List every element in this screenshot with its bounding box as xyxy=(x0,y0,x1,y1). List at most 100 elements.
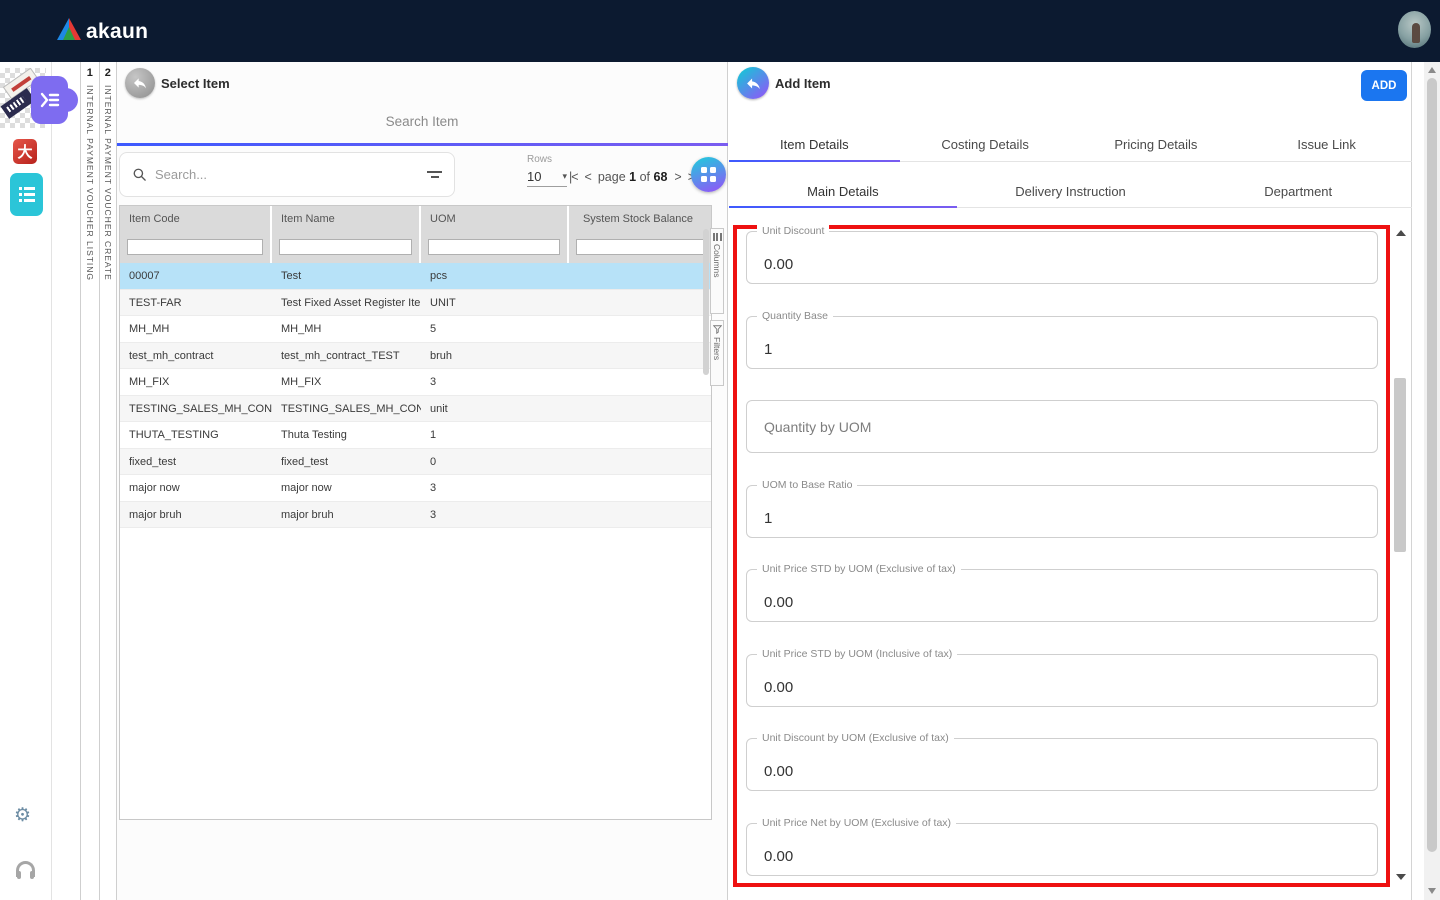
filter-input-uom[interactable] xyxy=(428,239,560,255)
column-header-item-name[interactable]: Item Name xyxy=(272,206,419,233)
filter-sort-icon[interactable] xyxy=(427,171,442,178)
cell-uom: pcs xyxy=(430,270,448,282)
filter-input-item-code[interactable] xyxy=(127,239,263,255)
cell-stock-balance xyxy=(569,263,711,289)
subtab[interactable]: Department xyxy=(1184,168,1412,207)
page-indicator: page 1 of 68 xyxy=(597,170,668,184)
field-label: Quantity Base xyxy=(757,309,833,322)
search-icon xyxy=(133,168,146,181)
support-headset-icon[interactable] xyxy=(16,861,35,879)
workspace-tab[interactable]: 2 INTERNAL PAYMENT VOUCHER CREATE xyxy=(98,62,117,900)
field-value: 0.00 xyxy=(764,256,794,273)
column-header-stock-balance[interactable]: System Stock Balance xyxy=(569,206,711,233)
table-row[interactable]: TESTING_SALES_MH_CONTRACT TESTING_SALES_… xyxy=(120,395,711,422)
page-scrollbar-thumb[interactable] xyxy=(1427,78,1437,852)
form-field[interactable]: Quantity by UOM xyxy=(746,400,1378,453)
top-navbar: akaun xyxy=(0,0,1440,62)
cell-uom: 5 xyxy=(430,323,437,335)
field-label: Unit Price STD by UOM (Exclusive of tax) xyxy=(757,563,961,575)
subtab[interactable]: Delivery Instruction xyxy=(957,168,1185,207)
field-label: Unit Discount xyxy=(757,225,830,237)
table-scrollbar-thumb[interactable] xyxy=(703,229,709,375)
filter-input-item-name[interactable] xyxy=(279,239,412,255)
panel-scroll-down-arrow[interactable] xyxy=(1396,874,1406,880)
grid-icon xyxy=(701,167,716,182)
form-field[interactable]: UOM to Base Ratio 1 xyxy=(746,478,1378,538)
table-row[interactable]: THUTA_TESTING Thuta Testing 1 xyxy=(120,422,711,449)
table-row[interactable]: MH_MH MH_MH 5 xyxy=(120,316,711,343)
rows-per-page-select[interactable]: 10 ▾ xyxy=(527,169,567,187)
cell-item-name: major now xyxy=(281,482,332,494)
cell-uom: UNIT xyxy=(430,296,456,309)
cell-item-name: TESTING_SALES_MH_CONTRACT xyxy=(281,402,421,415)
form-field[interactable]: Unit Price STD by UOM (Exclusive of tax)… xyxy=(746,563,1378,622)
tab-search-item[interactable]: Search Item xyxy=(117,114,727,129)
cell-item-code: major now xyxy=(129,482,180,494)
back-arrow-icon xyxy=(746,78,760,89)
page-scroll-up-arrow[interactable] xyxy=(1428,67,1436,73)
workspace-tab-label: INTERNAL PAYMENT VOUCHER LISTING xyxy=(84,85,95,282)
collapse-menu-icon[interactable] xyxy=(31,76,78,124)
form-field[interactable]: Unit Discount 0.00 xyxy=(746,225,1378,284)
columns-side-tab[interactable]: Columns xyxy=(710,228,724,314)
workspace-tab-number: 2 xyxy=(104,67,111,79)
table-row[interactable]: major now major now 3 xyxy=(120,475,711,502)
tab[interactable]: Item Details xyxy=(729,132,900,162)
next-page-button[interactable]: > xyxy=(674,170,681,184)
panel-scrollbar-thumb[interactable] xyxy=(1394,378,1406,552)
table-row[interactable]: major bruh major bruh 3 xyxy=(120,501,711,528)
prev-page-button[interactable]: < xyxy=(585,170,592,184)
first-page-button[interactable]: |< xyxy=(569,170,578,184)
select-item-panel: Select Item Search Item Rows 10 ▾ |< < p… xyxy=(117,62,728,900)
tab[interactable]: Pricing Details xyxy=(1071,132,1242,161)
cell-item-name: MH_FIX xyxy=(281,376,322,388)
active-tab-indicator xyxy=(117,143,728,146)
cell-item-code: THUTA_TESTING xyxy=(129,429,219,441)
tab[interactable]: Costing Details xyxy=(900,132,1071,161)
back-arrow-icon xyxy=(134,78,146,89)
cell-stock-balance xyxy=(569,290,711,316)
filter-input-stock-balance[interactable] xyxy=(576,239,704,255)
panel-title: Add Item xyxy=(775,76,831,91)
search-input[interactable] xyxy=(155,167,427,182)
back-button-add-item[interactable] xyxy=(737,67,769,99)
tab[interactable]: Issue Link xyxy=(1241,132,1412,161)
akaun-logo[interactable]: akaun xyxy=(56,17,148,46)
rows-per-page-value: 10 xyxy=(527,169,542,184)
form-field[interactable]: Unit Price STD by UOM (Inclusive of tax)… xyxy=(746,647,1378,707)
subtab[interactable]: Main Details xyxy=(729,168,957,208)
user-avatar[interactable] xyxy=(1396,9,1433,50)
add-item-tabs: Item Details Costing Details Pricing Det… xyxy=(729,132,1412,162)
cell-item-name: Test Fixed Asset Register Item Co... xyxy=(281,296,421,309)
akaun-logo-icon xyxy=(56,17,82,46)
table-row[interactable]: TEST-FAR Test Fixed Asset Register Item … xyxy=(120,289,711,316)
highlighted-form-region: Unit Discount 0.00 Quantity Base 1 Quant… xyxy=(733,225,1390,887)
add-button[interactable]: ADD xyxy=(1361,70,1407,101)
pdf-app-icon[interactable]: 大 xyxy=(13,139,37,164)
cell-item-name: major bruh xyxy=(281,508,334,521)
field-label: Unit Price Net by UOM (Exclusive of tax) xyxy=(757,816,957,829)
table-row[interactable]: test_mh_contract test_mh_contract_TEST b… xyxy=(120,342,711,369)
field-value: 1 xyxy=(764,340,773,358)
cell-item-name: fixed_test xyxy=(281,455,329,468)
cell-item-code: fixed_test xyxy=(129,455,177,468)
dock-spacer xyxy=(52,62,80,900)
panel-scroll-up-arrow[interactable] xyxy=(1396,230,1406,236)
cell-item-code: TEST-FAR xyxy=(129,296,182,309)
column-header-uom[interactable]: UOM xyxy=(421,206,567,233)
page-scroll-down-arrow[interactable] xyxy=(1428,888,1436,894)
workspace-tab[interactable]: 1 INTERNAL PAYMENT VOUCHER LISTING xyxy=(80,62,99,900)
table-row[interactable]: 00007 Test pcs xyxy=(120,263,711,290)
back-button[interactable] xyxy=(125,68,155,98)
column-header-item-code[interactable]: Item Code xyxy=(120,206,270,233)
form-field[interactable]: Quantity Base 1 xyxy=(746,309,1378,369)
form-field[interactable]: Unit Discount by UOM (Exclusive of tax) … xyxy=(746,732,1378,791)
table-row[interactable]: fixed_test fixed_test 0 xyxy=(120,448,711,475)
listing-app-icon[interactable] xyxy=(10,173,43,216)
filters-side-tab[interactable]: Filters xyxy=(710,320,724,386)
settings-gear-icon[interactable]: ⚙ xyxy=(14,804,31,827)
panel-title: Select Item xyxy=(161,76,230,91)
table-row[interactable]: MH_FIX MH_FIX 3 xyxy=(120,369,711,396)
view-switch-button[interactable] xyxy=(691,157,726,192)
form-field[interactable]: Unit Price Net by UOM (Exclusive of tax)… xyxy=(746,816,1378,876)
